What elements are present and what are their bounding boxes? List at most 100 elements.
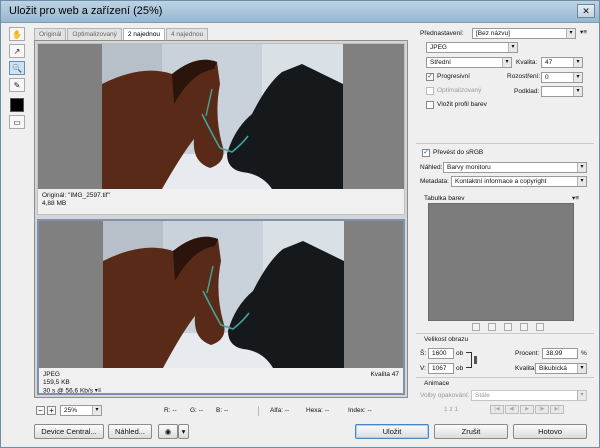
chevron-down-icon: ▾ (577, 391, 586, 400)
web-shift-icon[interactable] (488, 323, 496, 331)
optimized-quality: Kvalita 47 (370, 371, 399, 378)
chevron-down-icon: ▾ (502, 58, 511, 67)
close-icon[interactable]: ✕ (577, 4, 595, 18)
download-speed-menu-icon[interactable]: ▾≡ (95, 387, 103, 395)
quality-level-select[interactable]: Střední ▾ (426, 57, 512, 68)
toolbox: ✋ ↗ 🔍 ✎ ▭ (9, 27, 29, 132)
blur-value: 0 (545, 74, 549, 81)
quality-input[interactable]: 47 ▾ (541, 57, 583, 68)
optimized-info: JPEG 159,5 KB 30 s @ 56,6 Kb/s ▾≡ (43, 371, 103, 396)
tab-2-up[interactable]: 2 najednou (122, 28, 166, 40)
lock-color-icon[interactable] (504, 323, 512, 331)
chain-link-icon[interactable] (474, 356, 477, 364)
delete-color-icon[interactable] (536, 323, 544, 331)
blur-input[interactable]: 0 ▾ (541, 72, 583, 83)
embed-profile-label: Vložit profil barev (437, 101, 487, 108)
chevron-down-icon: ▾ (92, 406, 101, 415)
save-button[interactable]: Uložit (355, 424, 429, 439)
title-bar: Uložit pro web a zařízení (25%) ✕ (1, 1, 599, 23)
quality-level-value: Střední (430, 59, 451, 66)
image-size-heading: Velikost obrazu (424, 336, 469, 343)
format-select[interactable]: JPEG ▾ (426, 42, 518, 53)
optimized-checkbox[interactable] (426, 87, 434, 95)
hand-icon[interactable]: ✋ (9, 27, 25, 41)
last-frame-icon[interactable]: ▶| (550, 405, 564, 414)
cancel-button[interactable]: Zrušit (434, 424, 508, 439)
previous-frame-icon[interactable]: ◀| (505, 405, 519, 414)
progressive-checkbox[interactable]: ✓ (426, 73, 434, 81)
color-table-controls (472, 323, 544, 331)
next-frame-icon[interactable]: |▶ (535, 405, 549, 414)
eyedropper-icon[interactable]: ✎ (9, 78, 25, 92)
chevron-down-icon: ▾ (573, 87, 582, 96)
resample-select[interactable]: Bikubická ▾ (535, 363, 587, 374)
resample-label: Kvalita: (515, 365, 537, 372)
readout-alpha: Alfa: -- (270, 407, 290, 414)
width-unit: ob (456, 350, 464, 357)
zoom-icon[interactable]: 🔍 (9, 61, 25, 75)
tab-original[interactable]: Originál (34, 28, 67, 40)
optimized-filesize: 159,5 KB (43, 379, 70, 386)
embed-profile-checkbox[interactable] (426, 101, 434, 109)
matte-select[interactable]: ▾ (541, 86, 583, 97)
resample-value: Bikubická (539, 365, 567, 372)
readout-g: G: -- (190, 407, 203, 414)
preview-area: Originál: "IMG_2597.tif" 4,88 MB JPEG 15… (34, 40, 408, 398)
done-button[interactable]: Hotovo (513, 424, 587, 439)
original-pane[interactable]: Originál: "IMG_2597.tif" 4,88 MB (37, 43, 405, 215)
link-bracket (466, 352, 472, 368)
separator (258, 406, 259, 416)
format-value: JPEG (430, 44, 447, 51)
loop-options-value: Stále (475, 392, 490, 399)
color-table[interactable] (428, 203, 574, 321)
metadata-select[interactable]: Kontaktní informace a copyright ▾ (451, 176, 587, 187)
width-value: 1600 (432, 350, 447, 357)
frame-counter: 1 z 1 (444, 406, 459, 413)
preview-value: Barvy monitoru (447, 164, 491, 171)
eyedropper-color-swatch[interactable] (10, 98, 24, 112)
progressive-label: Progresivní (437, 73, 470, 80)
toggle-slices-icon[interactable]: ▭ (9, 115, 25, 129)
convert-srgb-checkbox[interactable]: ✓ (422, 149, 430, 157)
horses-photo (102, 44, 343, 189)
height-unit: ob (456, 365, 464, 372)
zoom-in-button[interactable]: + (47, 406, 56, 415)
optimized-pane[interactable]: JPEG 159,5 KB 30 s @ 56,6 Kb/s ▾≡ Kvalit… (37, 219, 405, 395)
original-filename: Originál: "IMG_2597.tif" (42, 192, 110, 199)
percent-unit: % (581, 350, 587, 357)
readout-b: B: -- (216, 407, 229, 414)
width-input[interactable]: 1600 (428, 348, 454, 359)
device-central-button[interactable]: Device Central... (34, 424, 104, 439)
play-icon[interactable]: ▶ (520, 405, 534, 414)
browser-icon[interactable]: ◉ (158, 424, 178, 439)
original-image[interactable] (38, 44, 404, 189)
tab-optimized[interactable]: Optimalizovaný (67, 28, 122, 40)
color-table-menu-icon[interactable]: ▾≡ (572, 194, 579, 203)
preset-select[interactable]: [Bez názvu] ▾ (472, 28, 576, 39)
original-info: Originál: "IMG_2597.tif" 4,88 MB (42, 192, 110, 208)
preview-select[interactable]: Barvy monitoru ▾ (443, 162, 587, 173)
loop-options-select[interactable]: Stále ▾ (471, 390, 587, 401)
tab-4-up[interactable]: 4 najednou (166, 28, 209, 40)
new-color-icon[interactable] (520, 323, 528, 331)
chevron-down-icon: ▾ (577, 163, 586, 172)
chevron-down-icon: ▾ (577, 364, 586, 373)
preview-button[interactable]: Náhled... (108, 424, 152, 439)
browser-menu-button[interactable]: ▾ (178, 424, 189, 439)
zoom-out-button[interactable]: − (36, 406, 45, 415)
color-table-label: Tabulka barev (424, 195, 465, 202)
first-frame-icon[interactable]: |◀ (490, 405, 504, 414)
panel-menu-icon[interactable]: ▾≡ (580, 28, 587, 37)
animation-controls: |◀ ◀| ▶ |▶ ▶| (490, 405, 564, 414)
chevron-down-icon: ▾ (573, 73, 582, 82)
readout-hex: Hexa: -- (306, 407, 330, 414)
map-color-icon[interactable] (472, 323, 480, 331)
optimized-image[interactable] (39, 221, 403, 368)
slice-select-icon[interactable]: ↗ (9, 44, 25, 58)
divider (416, 333, 594, 334)
quality-value: 47 (545, 59, 553, 66)
height-input[interactable]: 1067 (428, 363, 454, 374)
zoom-select[interactable]: 25% ▾ (60, 405, 102, 416)
percent-input[interactable]: 38,99 (542, 348, 578, 359)
matte-label: Podklad: (514, 88, 540, 95)
